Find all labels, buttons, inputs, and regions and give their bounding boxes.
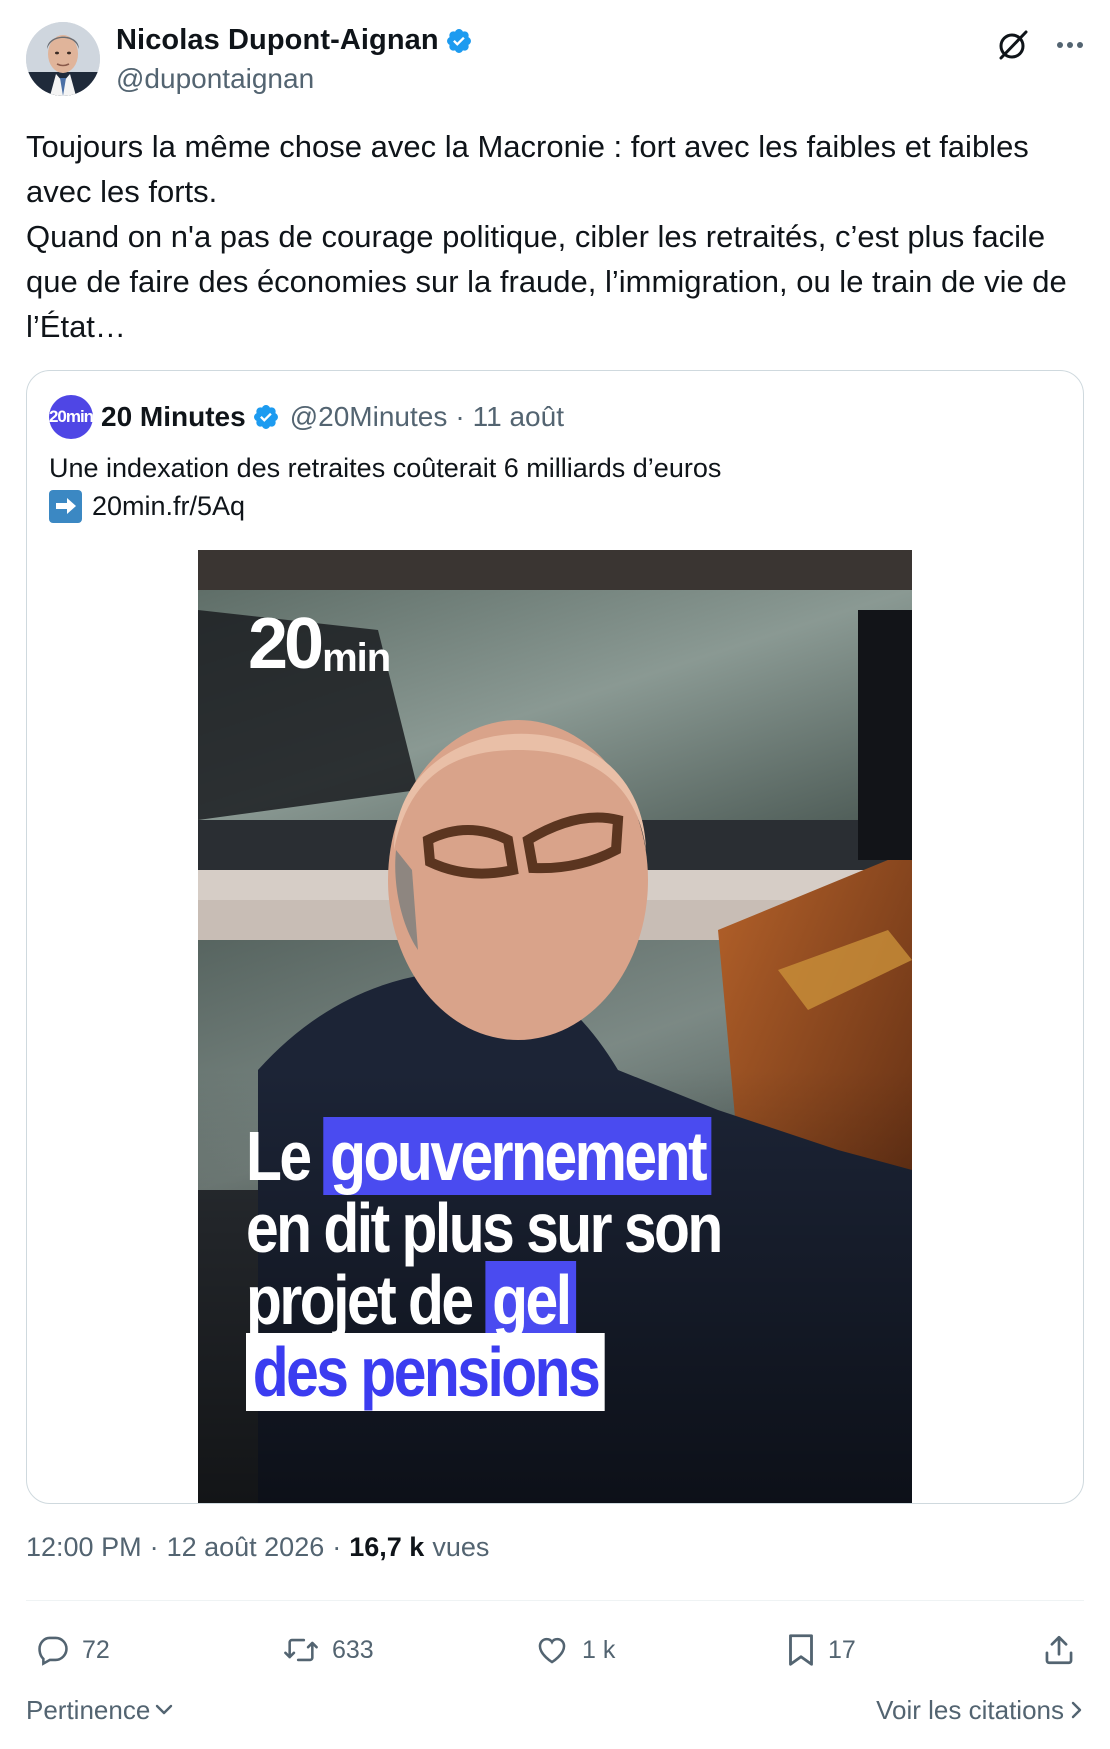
bookmark-count: 17 xyxy=(828,1635,856,1664)
bookmark-button[interactable]: 17 xyxy=(786,1632,856,1668)
like-button[interactable]: 1 k xyxy=(534,1633,615,1667)
like-count: 1 k xyxy=(582,1635,616,1664)
quoted-text-line: Une indexation des retraites coûterait 6… xyxy=(49,453,722,483)
sort-dropdown[interactable]: Pertinence xyxy=(26,1695,174,1726)
separator-dot: · xyxy=(149,1532,159,1562)
headline-line-1: Le gouvernement xyxy=(246,1117,784,1195)
tweet-actions: 72 633 1 k 17 xyxy=(26,1620,1084,1680)
chevron-down-icon xyxy=(154,1703,174,1717)
quoted-avatar[interactable]: 20min xyxy=(49,395,94,439)
tweet-time[interactable]: 12:00 PM xyxy=(26,1532,142,1563)
tweet-date[interactable]: 12 août 2026 xyxy=(167,1532,325,1563)
views-label: vues xyxy=(432,1532,490,1562)
quoted-date: 11 août xyxy=(472,401,564,432)
heart-icon xyxy=(538,1637,566,1664)
image-headline: Le gouvernement en dit plus sur son proj… xyxy=(246,1117,784,1411)
share-button[interactable] xyxy=(1042,1633,1076,1667)
divider xyxy=(26,1600,1084,1601)
grok-icon[interactable] xyxy=(996,28,1030,62)
headline-line-3: projet de gel xyxy=(246,1261,784,1339)
right-arrow-emoji-icon xyxy=(49,489,82,523)
views-count: 16,7 k xyxy=(349,1532,425,1562)
more-icon[interactable] xyxy=(1056,41,1084,49)
bookmark-icon xyxy=(789,1634,813,1666)
sort-label: Pertinence xyxy=(26,1694,151,1725)
separator-dot: · xyxy=(332,1532,342,1562)
reply-icon xyxy=(38,1636,68,1666)
reply-button[interactable]: 72 xyxy=(36,1633,110,1667)
author-identity: Nicolas Dupont-Aignan @dupontaignan xyxy=(116,24,473,95)
quoted-image[interactable]: 20 min Le gouvernement en dit plus sur s… xyxy=(198,550,912,1503)
retweet-button[interactable]: 633 xyxy=(282,1633,374,1667)
retweet-icon xyxy=(284,1638,318,1662)
retweet-count: 633 xyxy=(332,1635,374,1664)
tweet-header: Nicolas Dupont-Aignan @dupontaignan xyxy=(26,22,1084,98)
tweet-meta: 12:00 PM · 12 août 2026 · 16,7 k vues xyxy=(26,1532,489,1563)
replies-footer: Pertinence Voir les citations xyxy=(26,1690,1084,1730)
headline-line-2: en dit plus sur son xyxy=(246,1189,723,1267)
headline-line-4: des pensions xyxy=(246,1333,784,1411)
view-quotes-label: Voir les citations xyxy=(876,1694,1064,1725)
author-name[interactable]: Nicolas Dupont-Aignan xyxy=(116,24,439,57)
chevron-right-icon xyxy=(1070,1700,1084,1720)
quoted-tweet-card[interactable]: 20min 20 Minutes @20Minutes · 11 août Un… xyxy=(26,370,1084,1504)
quoted-tweet-text: Une indexation des retraites coûterait 6… xyxy=(49,449,1061,525)
header-actions xyxy=(996,28,1084,62)
share-icon xyxy=(1045,1635,1073,1665)
view-quotes-link[interactable]: Voir les citations xyxy=(876,1695,1084,1726)
separator-dot: · xyxy=(455,401,465,432)
quoted-tweet-header: 20min 20 Minutes @20Minutes · 11 août xyxy=(49,395,1061,439)
quoted-link-row: 20min.fr/5Aq xyxy=(49,487,1061,525)
20min-logo: 20 min xyxy=(248,604,391,684)
quoted-author-name[interactable]: 20 Minutes xyxy=(101,401,246,433)
verified-badge-icon xyxy=(252,403,280,431)
author-handle[interactable]: @dupontaignan xyxy=(116,63,473,95)
reply-count: 72 xyxy=(82,1635,110,1664)
quoted-link[interactable]: 20min.fr/5Aq xyxy=(92,487,245,525)
tweet-text: Toujours la même chose avec la Macronie … xyxy=(26,129,1067,344)
quoted-author-handle: @20Minutes xyxy=(289,401,448,432)
verified-badge-icon[interactable] xyxy=(445,27,473,55)
tweet-detail: Nicolas Dupont-Aignan @dupontaignan Touj… xyxy=(0,0,1110,1749)
avatar[interactable] xyxy=(26,22,100,96)
